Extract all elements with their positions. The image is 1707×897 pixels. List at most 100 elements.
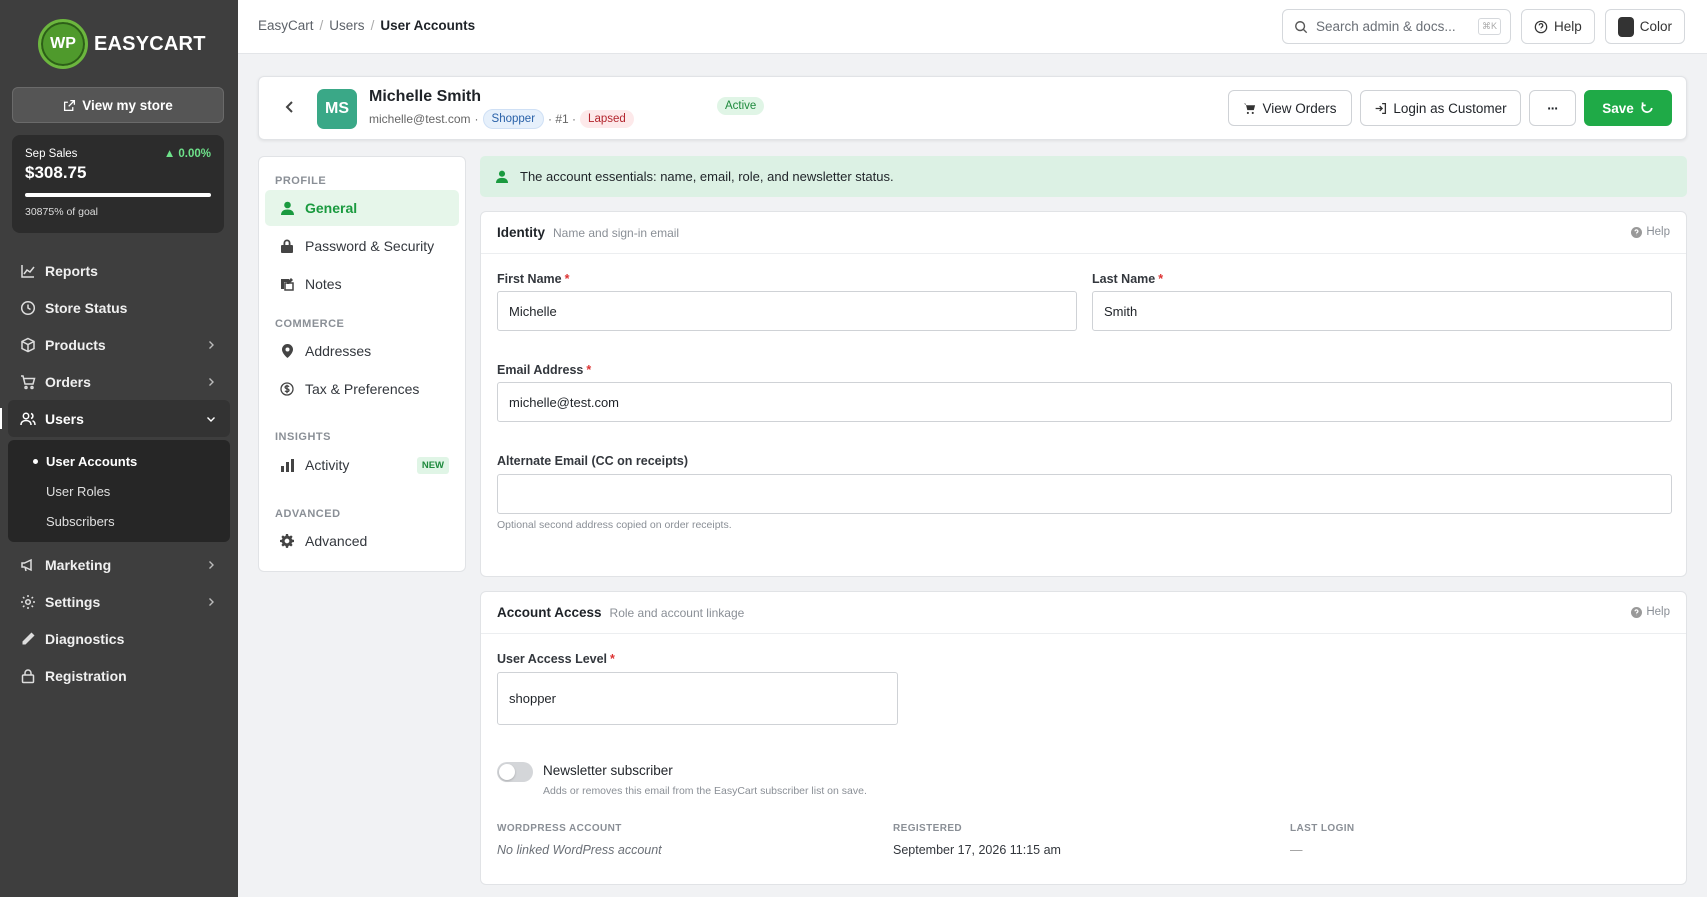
alt-email-field[interactable]: [497, 474, 1672, 514]
newsletter-toggle[interactable]: [497, 762, 533, 782]
panel-help-link[interactable]: Help: [1631, 606, 1670, 618]
save-label: Save: [1602, 100, 1634, 116]
nav-label: Users: [45, 410, 84, 427]
breadcrumb-current: User Accounts: [380, 18, 476, 33]
clock-icon: [19, 299, 37, 317]
map-pin-icon: [279, 344, 295, 358]
menu-activity[interactable]: Activity NEW: [265, 447, 459, 483]
section-profile: PROFILE: [275, 175, 327, 187]
search-input[interactable]: Search admin & docs... ⌘K: [1282, 9, 1511, 44]
first-name-label: First Name *: [497, 272, 569, 286]
chevron-right-icon: [206, 337, 216, 353]
user-icon: [496, 170, 508, 183]
subnav-user-roles[interactable]: User Roles: [8, 476, 230, 506]
users-icon: [19, 410, 37, 428]
section-commerce: COMMERCE: [275, 318, 345, 330]
section-advanced: ADVANCED: [275, 508, 341, 520]
menu-addresses[interactable]: Addresses: [265, 333, 459, 369]
last-name-label: Last Name *: [1092, 272, 1163, 286]
panel-help-link[interactable]: Help: [1631, 226, 1670, 238]
help-button[interactable]: Help: [1521, 9, 1595, 44]
back-arrow-icon[interactable]: [283, 99, 297, 118]
newsletter-label: Newsletter subscriber: [543, 763, 673, 778]
menu-notes[interactable]: Notes: [265, 266, 459, 302]
sales-amount: $308.75: [25, 163, 87, 182]
dollar-circle-icon: [279, 382, 295, 396]
help-circle-icon: [1631, 606, 1643, 618]
logo: WP: [38, 19, 88, 69]
chevron-right-icon: [206, 594, 216, 610]
access-level-select[interactable]: shopper: [497, 672, 898, 725]
alt-email-hint: Optional second address copied on order …: [497, 519, 732, 531]
required-mark: *: [610, 652, 615, 666]
sales-goal: 30875% of goal: [25, 206, 98, 218]
external-link-icon: [64, 99, 76, 111]
view-orders-button[interactable]: View Orders: [1228, 90, 1352, 126]
menu-label: Advanced: [305, 533, 368, 549]
nav-users[interactable]: Users: [0, 400, 230, 437]
color-button[interactable]: Color: [1605, 9, 1685, 44]
search-icon: [1295, 20, 1308, 33]
breadcrumb: EasyCart / Users / User Accounts: [258, 18, 476, 33]
user-header: MS Michelle Smith michelle@test.com · Sh…: [258, 76, 1687, 140]
menu-advanced[interactable]: Advanced: [265, 523, 459, 559]
nav-orders[interactable]: Orders: [0, 363, 238, 400]
nav-marketing[interactable]: Marketing: [0, 546, 238, 583]
nav-label: Registration: [45, 667, 127, 684]
help-label: Help: [1646, 226, 1670, 238]
nav-registration[interactable]: Registration: [0, 657, 238, 694]
nav-reports[interactable]: Reports: [0, 252, 238, 289]
menu-label: Addresses: [305, 343, 372, 359]
section-insights: INSIGHTS: [275, 431, 331, 443]
menu-password-security[interactable]: Password & Security: [265, 228, 459, 264]
user-meta: michelle@test.com · Shopper · #1 · Lapse…: [369, 109, 634, 129]
email-field[interactable]: michelle@test.com: [497, 382, 1672, 422]
panel-title: Identity: [497, 225, 546, 240]
more-icon: ···: [1547, 100, 1558, 116]
sales-label: Sep Sales: [25, 148, 78, 160]
status-badge: Active: [717, 97, 765, 115]
chevron-right-icon: [206, 374, 216, 390]
subnav-user-accounts[interactable]: User Accounts: [8, 446, 230, 476]
last-name-field[interactable]: Smith: [1092, 291, 1672, 331]
menu-label: General: [305, 200, 358, 216]
login-as-label: Login as Customer: [1393, 100, 1507, 116]
breadcrumb-users[interactable]: Users: [329, 18, 364, 33]
wp-account-label: WORDPRESS ACCOUNT: [497, 823, 622, 834]
chart-line-icon: [19, 262, 37, 280]
subnav-subscribers[interactable]: Subscribers: [8, 506, 230, 536]
registered-value: September 17, 2026 11:15 am: [893, 843, 1061, 857]
first-name-field[interactable]: Michelle: [497, 291, 1077, 331]
chevron-down-icon: [206, 411, 216, 427]
panel-subtitle: Role and account linkage: [609, 605, 745, 620]
view-store-button[interactable]: View my store: [12, 87, 224, 123]
access-level-label: User Access Level *: [497, 652, 615, 666]
sales-progress-bar: [25, 193, 211, 197]
account-access-panel: Account Access Role and account linkage …: [480, 591, 1687, 885]
gear-icon: [19, 593, 37, 611]
save-button[interactable]: Save: [1584, 90, 1672, 126]
brand-name: EASYCART: [94, 32, 206, 55]
nav-label: Orders: [45, 373, 91, 390]
label-text: First Name: [497, 272, 562, 286]
nav-diagnostics[interactable]: Diagnostics: [0, 620, 238, 657]
brand[interactable]: WP EASYCART: [38, 19, 206, 69]
nav-products[interactable]: Products: [0, 326, 238, 363]
nav-settings[interactable]: Settings: [0, 583, 238, 620]
menu-tax-preferences[interactable]: Tax & Preferences: [265, 371, 459, 407]
nav-store-status[interactable]: Store Status: [0, 289, 238, 326]
lapsed-badge: Lapsed: [580, 110, 634, 128]
sales-delta: ▲ 0.00%: [163, 148, 211, 160]
help-label: Help: [1646, 606, 1670, 618]
menu-general[interactable]: General: [265, 190, 459, 226]
cart-icon: [19, 373, 37, 391]
label-text: Email Address: [497, 363, 584, 377]
color-swatch-icon: [1618, 16, 1634, 37]
sign-in-icon: [1375, 102, 1387, 114]
login-as-customer-button[interactable]: Login as Customer: [1360, 90, 1521, 126]
menu-label: Notes: [305, 276, 342, 292]
topbar: EasyCart / Users / User Accounts Search admi…: [238, 0, 1707, 54]
breadcrumb-easycart[interactable]: EasyCart: [258, 18, 314, 33]
more-actions-button[interactable]: ···: [1529, 90, 1576, 126]
user-number: · #1 ·: [548, 112, 577, 126]
